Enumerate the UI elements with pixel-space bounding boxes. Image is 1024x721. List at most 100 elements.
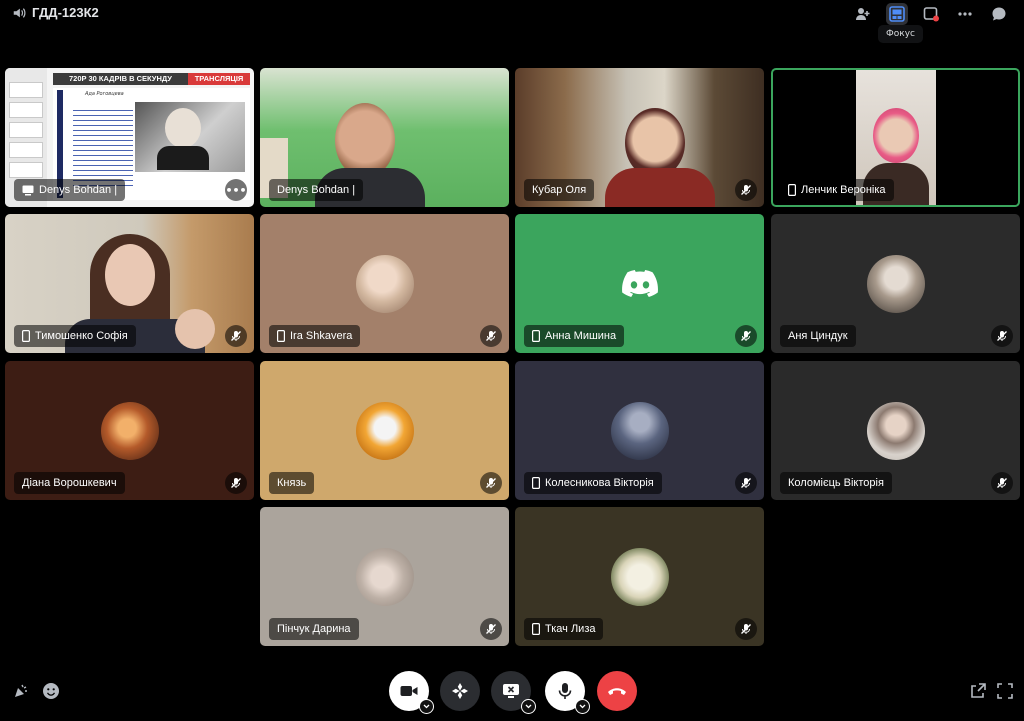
activities-button[interactable] <box>440 671 480 711</box>
participant-name: Коломієць Вікторія <box>788 477 884 489</box>
chat-icon[interactable] <box>988 3 1010 25</box>
participant-nametag: Коломієць Вікторія <box>780 472 892 494</box>
phone-icon <box>277 330 285 342</box>
participant-nametag: Ленчик Вероніка <box>780 179 894 201</box>
participant-tile[interactable]: Колесникова Вікторія <box>515 361 764 500</box>
phone-icon <box>788 184 796 196</box>
hangup-icon <box>608 688 626 695</box>
participant-nametag: Кубар Оля <box>524 179 595 201</box>
slide-title: Ада Роговцева <box>85 91 124 97</box>
more-options-button[interactable]: ••• <box>225 179 247 201</box>
muted-icon <box>480 325 502 347</box>
muted-icon <box>735 325 757 347</box>
chevron-down-icon[interactable] <box>521 699 536 714</box>
voice-channel-icon <box>13 7 26 18</box>
muted-icon <box>225 325 247 347</box>
participant-nametag: Пінчук Дарина <box>269 618 359 640</box>
avatar <box>100 401 159 460</box>
participant-name: Кубар Оля <box>532 184 587 196</box>
participant-nametag: Аня Циндук <box>780 325 856 347</box>
muted-icon <box>735 618 757 640</box>
participant-name: Колесникова Вікторія <box>545 477 654 489</box>
muted-icon <box>735 179 757 201</box>
popout-icon[interactable] <box>920 3 942 25</box>
add-friend-icon[interactable] <box>852 3 874 25</box>
phone-icon <box>22 330 30 342</box>
participant-name: Denys Bohdan | <box>39 184 118 196</box>
screenshare-button[interactable] <box>491 671 536 714</box>
phone-icon <box>532 477 540 489</box>
chevron-down-icon[interactable] <box>575 699 590 714</box>
stream-quality-banner: 720P 30 КАДРІВ В СЕКУНДУ ТРАНСЛЯЦІЯ <box>53 73 250 85</box>
call-header: ГДД-123К2 Фокус <box>0 0 1024 43</box>
participant-tile[interactable]: Діана Ворошкевич <box>5 361 254 500</box>
participant-nametag: Ткач Лиза <box>524 618 604 640</box>
participant-nametag: Тимошенко Софія <box>14 325 136 347</box>
participant-tile[interactable]: Ленчик Вероніка <box>771 68 1020 207</box>
channel-title: ГДД-123К2 <box>12 5 99 20</box>
avatar <box>355 547 414 606</box>
participant-name: Князь <box>277 477 307 489</box>
muted-icon <box>991 325 1013 347</box>
participant-tile[interactable]: Ira Shkavera <box>260 214 509 353</box>
participant-name: Анна Мишина <box>545 330 617 342</box>
hangup-button[interactable] <box>597 671 637 711</box>
more-icon[interactable] <box>954 3 976 25</box>
screen-icon <box>22 185 34 195</box>
muted-icon <box>991 472 1013 494</box>
channel-name: ГДД-123К2 <box>32 5 99 20</box>
avatar <box>610 401 669 460</box>
participant-name: Ткач Лиза <box>545 623 596 635</box>
participant-name: Ira Shkavera <box>290 330 353 342</box>
participant-name: Ленчик Вероніка <box>801 184 886 196</box>
participant-name: Діана Ворошкевич <box>22 477 117 489</box>
microphone-icon <box>558 683 572 699</box>
muted-icon <box>480 618 502 640</box>
focus-layout-icon[interactable] <box>886 3 908 25</box>
video-feed <box>335 103 395 178</box>
avatar <box>866 401 925 460</box>
participant-tile[interactable]: Аня Циндук <box>771 214 1020 353</box>
participant-nametag: Denys Bohdan | <box>269 179 364 201</box>
screenshare-off-icon <box>503 684 519 698</box>
emoji-icon[interactable] <box>40 680 62 702</box>
participant-nametag: Denys Bohdan | <box>14 179 126 201</box>
participant-tile[interactable]: Князь <box>260 361 509 500</box>
participant-nametag: Ira Shkavera <box>269 325 361 347</box>
fullscreen-icon[interactable] <box>994 680 1016 702</box>
avatar <box>355 401 414 460</box>
participant-tile[interactable]: Анна Мишина <box>515 214 764 353</box>
participant-tile[interactable]: Ткач Лиза <box>515 507 764 646</box>
participant-nametag: Князь <box>269 472 315 494</box>
focus-tooltip: Фокус <box>878 25 923 43</box>
phone-icon <box>532 330 540 342</box>
participant-name: Тимошенко Софія <box>35 330 128 342</box>
soundboard-icon[interactable] <box>10 680 32 702</box>
call-controls <box>0 668 1024 714</box>
avatar <box>610 547 669 606</box>
microphone-button[interactable] <box>545 671 590 714</box>
participant-nametag: Анна Мишина <box>524 325 625 347</box>
muted-icon <box>735 472 757 494</box>
avatar <box>866 254 925 313</box>
participant-name: Пінчук Дарина <box>277 623 351 635</box>
participant-tile[interactable]: Коломієць Вікторія <box>771 361 1020 500</box>
muted-icon <box>480 472 502 494</box>
chevron-down-icon[interactable] <box>419 699 434 714</box>
participant-nametag: Діана Ворошкевич <box>14 472 125 494</box>
participant-tile[interactable]: Denys Bohdan | <box>260 68 509 207</box>
participant-name: Аня Циндук <box>788 330 848 342</box>
participant-tile[interactable]: Ада Роговцева 720P 30 КАДРІВ В СЕКУНДУ Т… <box>5 68 254 207</box>
phone-icon <box>532 623 540 635</box>
participant-tile[interactable]: Тимошенко Софія <box>5 214 254 353</box>
muted-icon <box>225 472 247 494</box>
participant-nametag: Колесникова Вікторія <box>524 472 662 494</box>
participant-tile[interactable]: Пінчук Дарина <box>260 507 509 646</box>
activities-icon <box>452 683 468 699</box>
camera-button[interactable] <box>389 671 434 714</box>
participant-name: Denys Bohdan | <box>277 184 356 196</box>
discord-logo-icon <box>622 270 658 297</box>
avatar <box>355 254 414 313</box>
participant-tile[interactable]: Кубар Оля <box>515 68 764 207</box>
popout-window-icon[interactable] <box>967 680 989 702</box>
